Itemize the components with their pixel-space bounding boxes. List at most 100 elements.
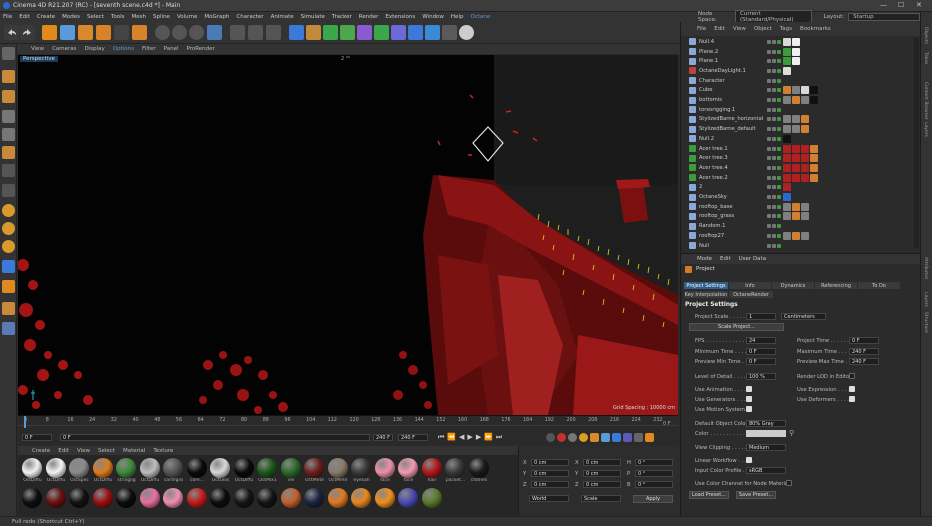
- object-menu-edit[interactable]: Edit: [714, 26, 725, 32]
- use-deformers-checkbox[interactable]: [849, 396, 855, 402]
- field-icon[interactable]: [374, 25, 389, 40]
- project-scale-unit[interactable]: Centimeters: [781, 313, 826, 320]
- project-scale-field[interactable]: 1: [746, 313, 776, 320]
- render-settings-icon[interactable]: [266, 25, 281, 40]
- material-preview[interactable]: [304, 488, 324, 508]
- cloner-icon[interactable]: [340, 25, 355, 40]
- coord-field[interactable]: 0 cm: [531, 459, 569, 466]
- material-swatch[interactable]: OctDiffu: [45, 458, 67, 484]
- z-axis-icon[interactable]: [189, 25, 204, 40]
- tag-icon[interactable]: [783, 231, 791, 240]
- object-name[interactable]: Acer tree.3: [699, 155, 769, 161]
- object-tags[interactable]: [783, 173, 818, 182]
- object-row[interactable]: OctaneDayLight.1: [685, 66, 917, 76]
- save-preset-button[interactable]: Save Preset...: [736, 491, 776, 499]
- menu-item-octane[interactable]: Octane: [470, 14, 490, 20]
- menu-item-select[interactable]: Select: [87, 14, 104, 20]
- previous-frame-icon[interactable]: ◀: [459, 433, 464, 442]
- right-tab-objects[interactable]: Objects: [923, 27, 928, 44]
- edges-mode-icon[interactable]: [2, 128, 15, 141]
- axis-mode-icon[interactable]: [2, 164, 15, 177]
- object-row[interactable]: rooftop_base: [685, 202, 917, 212]
- material-preview[interactable]: [233, 458, 254, 478]
- material-preview[interactable]: [374, 488, 395, 508]
- tag-icon[interactable]: [810, 154, 818, 163]
- object-name[interactable]: Acer tree.4: [699, 165, 769, 171]
- material-preview[interactable]: [116, 458, 136, 478]
- object-row[interactable]: Character: [685, 76, 917, 86]
- points-mode-icon[interactable]: [2, 110, 15, 123]
- object-tags[interactable]: [783, 57, 800, 66]
- viewport-menu-view[interactable]: View: [31, 46, 44, 52]
- material-preview[interactable]: [257, 488, 277, 508]
- object-row[interactable]: rooftop_grass: [685, 212, 917, 222]
- key-scale-icon[interactable]: [590, 433, 599, 442]
- tag-icon[interactable]: [801, 154, 809, 163]
- tag-icon[interactable]: [792, 173, 800, 182]
- visibility-flags[interactable]: [767, 224, 781, 229]
- tag-icon[interactable]: [792, 37, 800, 46]
- object-row[interactable]: bottomis: [685, 95, 917, 105]
- object-name[interactable]: Plane.1: [699, 58, 769, 64]
- close-icon[interactable]: ✕: [916, 1, 922, 9]
- material-swatch[interactable]: OctDiffu: [92, 458, 114, 484]
- object-tags[interactable]: [783, 37, 800, 46]
- material-preview[interactable]: [327, 488, 348, 508]
- playhead[interactable]: [24, 416, 26, 428]
- light-icon[interactable]: [459, 25, 474, 40]
- object-tags[interactable]: [783, 144, 818, 153]
- coord-field[interactable]: 0 cm: [583, 459, 621, 466]
- material-preview[interactable]: [233, 488, 254, 508]
- tag-icon[interactable]: [783, 173, 791, 182]
- material-preview[interactable]: [22, 488, 42, 508]
- object-name[interactable]: rooftop27: [699, 233, 769, 239]
- object-row[interactable]: rooftop27: [685, 231, 917, 241]
- project-time-field[interactable]: 0 F: [849, 337, 879, 344]
- material-preview[interactable]: [45, 458, 66, 478]
- visibility-flags[interactable]: [767, 117, 781, 122]
- material-preview[interactable]: [421, 488, 442, 508]
- tag-icon[interactable]: [792, 96, 800, 105]
- object-name[interactable]: Null: [699, 243, 769, 249]
- tag-icon[interactable]: [783, 212, 791, 221]
- material-preview[interactable]: [210, 458, 230, 478]
- visibility-flags[interactable]: [767, 78, 781, 83]
- tag-icon[interactable]: [801, 212, 809, 221]
- tag-icon[interactable]: [783, 96, 791, 105]
- object-row[interactable]: Acer tree.3: [685, 153, 917, 163]
- octane-live-viewer-icon[interactable]: [442, 25, 457, 40]
- visibility-flags[interactable]: [767, 243, 781, 248]
- material-swatch[interactable]: OctDiffu: [22, 458, 43, 484]
- right-tab-structure[interactable]: Structure: [923, 312, 928, 333]
- material-swatch[interactable]: [280, 488, 302, 514]
- coord-field[interactable]: 0 cm: [583, 481, 621, 488]
- material-swatch[interactable]: [92, 488, 114, 514]
- coord-scale-select[interactable]: Scale: [581, 495, 621, 502]
- menu-item-mesh[interactable]: Mesh: [132, 14, 146, 20]
- object-row[interactable]: 2: [685, 183, 917, 193]
- timeline[interactable]: 0816243240485664728088961041121201281361…: [18, 415, 678, 445]
- object-name[interactable]: OctaneSky: [699, 194, 769, 200]
- material-swatch[interactable]: OctDiffu: [139, 458, 161, 484]
- visibility-flags[interactable]: [767, 156, 781, 161]
- material-preview[interactable]: [22, 458, 42, 478]
- object-tags[interactable]: [783, 47, 800, 56]
- workplane-icon[interactable]: [2, 240, 15, 253]
- default-color-select[interactable]: 80% Gray: [746, 420, 786, 427]
- rotate-icon[interactable]: [96, 25, 111, 40]
- scale-project-button[interactable]: Scale Project...: [689, 323, 784, 331]
- object-name[interactable]: Character: [699, 78, 769, 84]
- menu-item-render[interactable]: Render: [359, 14, 379, 20]
- material-preview[interactable]: [139, 458, 160, 478]
- visibility-flags[interactable]: [767, 214, 781, 219]
- view-clipping-select[interactable]: Medium: [746, 444, 786, 451]
- material-swatch[interactable]: face: [374, 458, 396, 484]
- key-param-icon[interactable]: [612, 433, 621, 442]
- right-tab-layers[interactable]: Layers: [923, 292, 928, 307]
- tag-icon[interactable]: [792, 57, 800, 66]
- object-tags[interactable]: [783, 193, 791, 202]
- material-swatch[interactable]: OctSpec: [69, 458, 90, 484]
- object-name[interactable]: Null.2: [699, 136, 769, 142]
- object-row[interactable]: Random.1: [685, 221, 917, 231]
- frame-range-slider[interactable]: 0 F: [60, 434, 370, 441]
